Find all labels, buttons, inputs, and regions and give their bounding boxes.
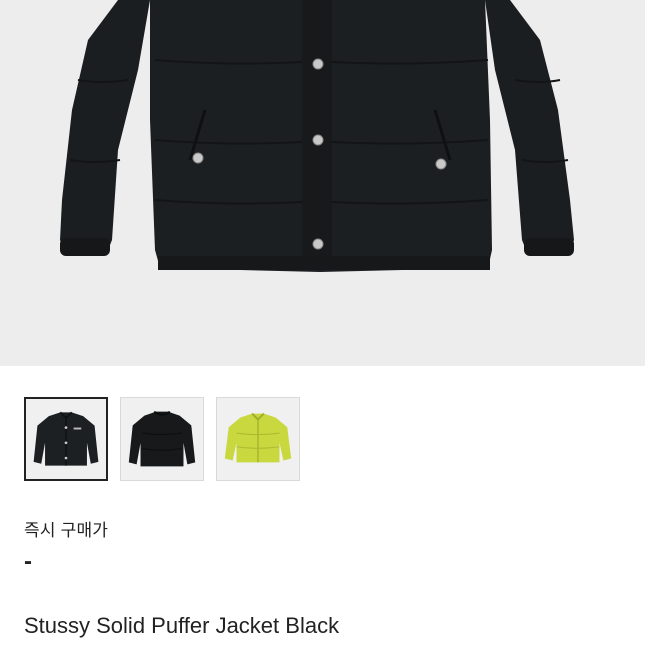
jacket-back-thumbnail-image <box>128 410 196 467</box>
product-main-image[interactable] <box>0 0 645 366</box>
instant-buy-price-label: 즉시 구매가 <box>24 521 109 540</box>
product-title: Stussy Solid Puffer Jacket Black <box>24 613 340 638</box>
thumbnail-strip <box>24 397 300 481</box>
thumbnail-front-lime[interactable] <box>216 397 300 481</box>
thumbnail-front-black[interactable] <box>24 397 108 481</box>
jacket-image <box>60 0 574 272</box>
jacket-front-thumbnail-image <box>33 411 99 466</box>
product-page: 즉시 구매가 - Stussy Solid Puffer Jacket Blac… <box>0 0 645 645</box>
instant-buy-price-value: - <box>24 548 32 575</box>
thumbnail-back-black[interactable] <box>120 397 204 481</box>
jacket-lime-thumbnail-image <box>224 412 292 463</box>
